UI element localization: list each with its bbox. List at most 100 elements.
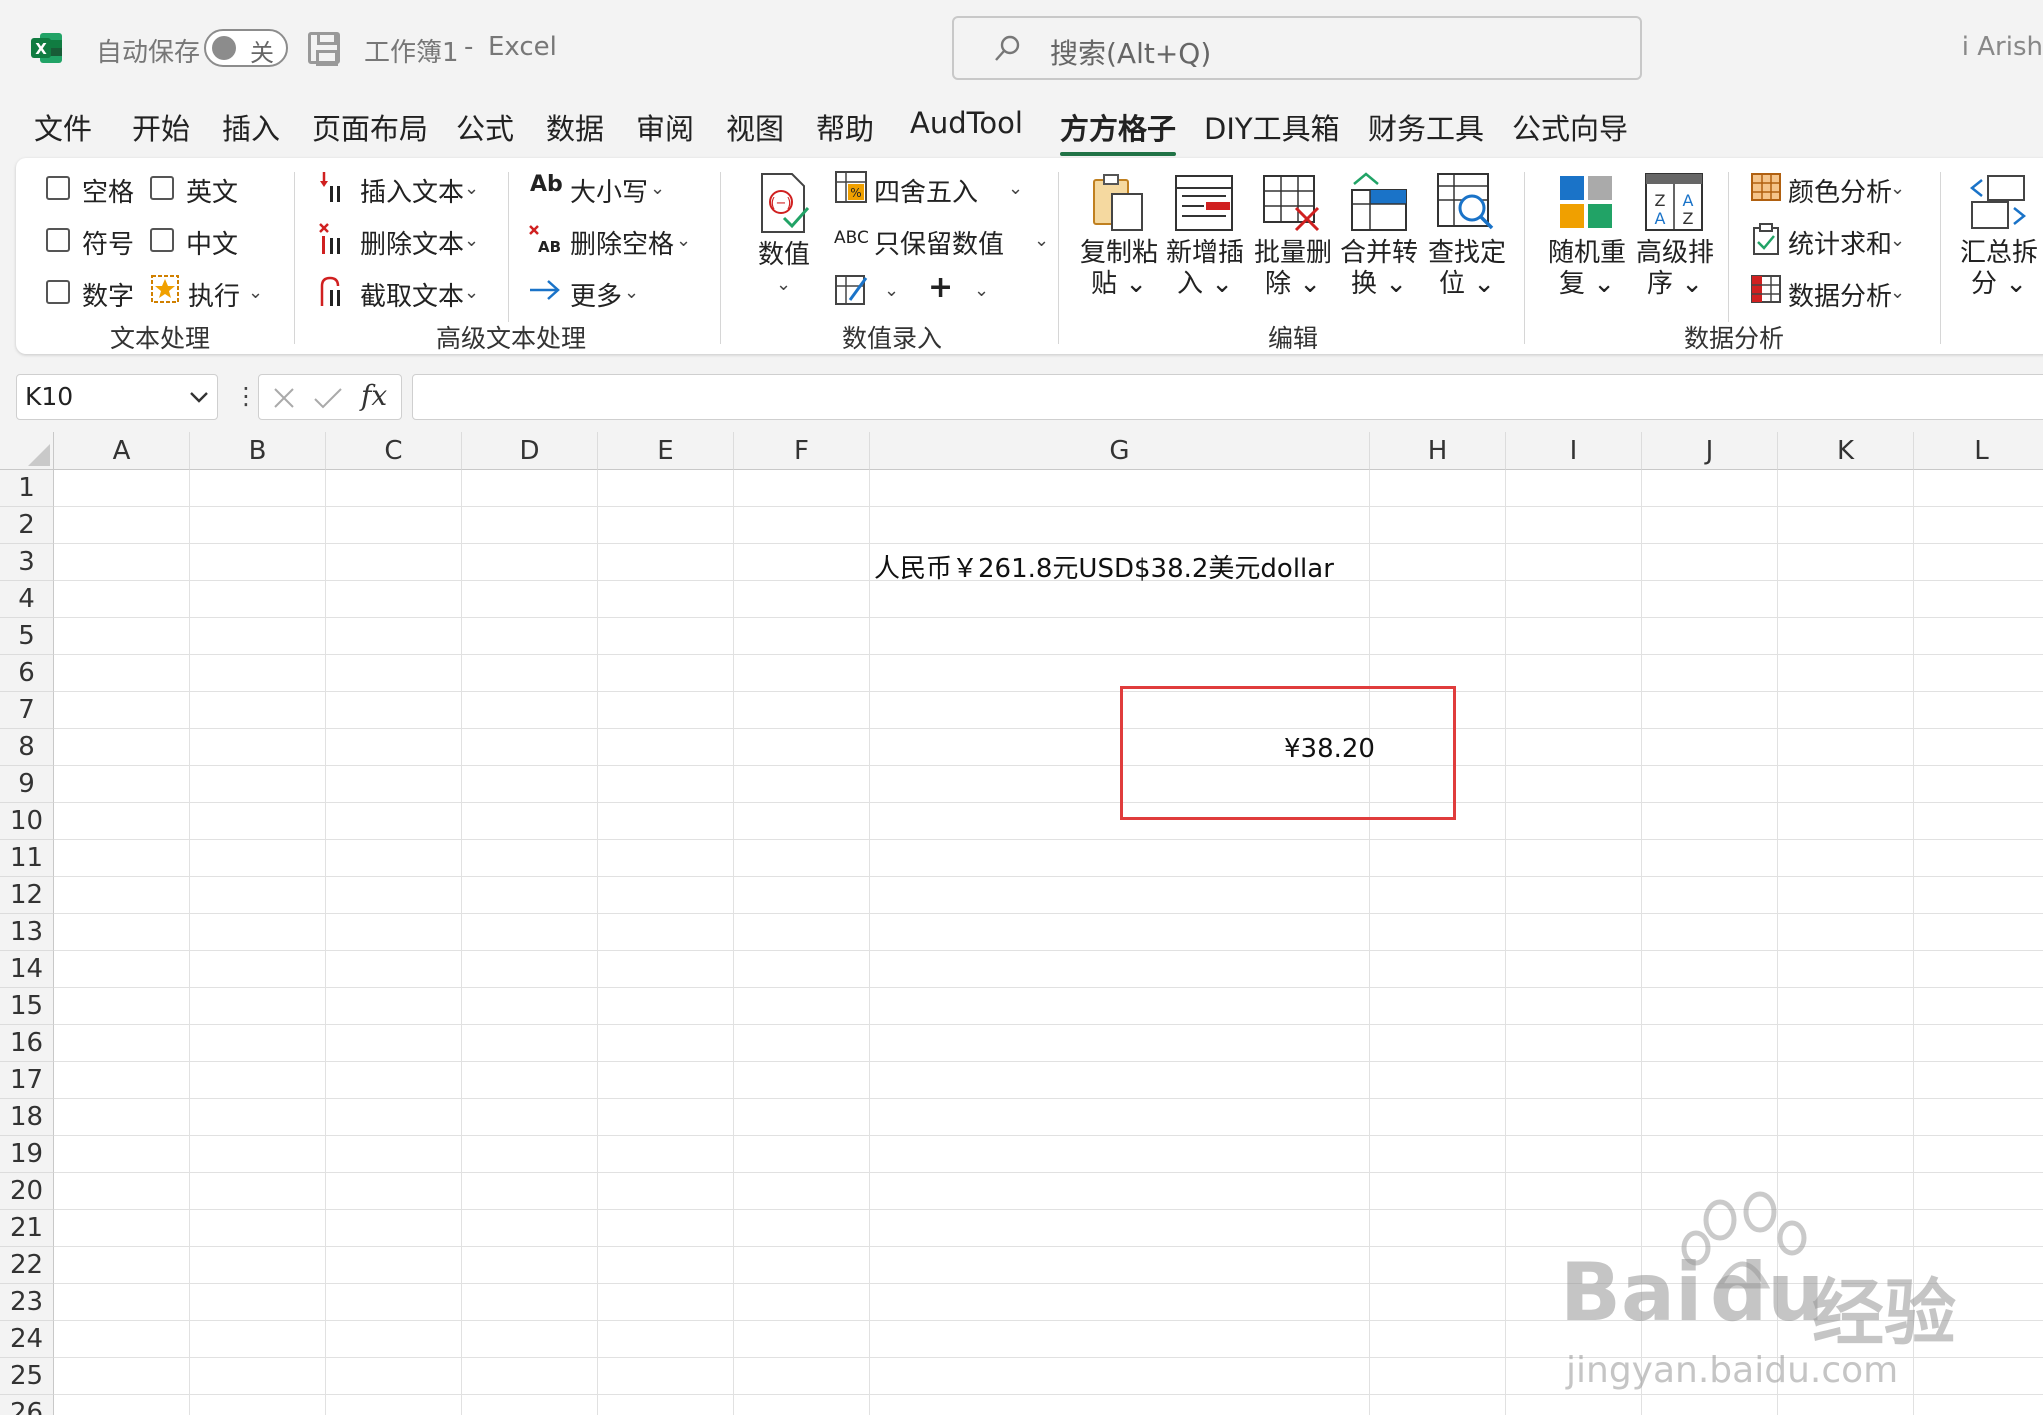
select-all-corner[interactable] (0, 432, 54, 470)
column-header-j[interactable]: J (1642, 432, 1778, 470)
merge-convert-label[interactable]: 合并转换 ⌄ (1336, 238, 1422, 300)
row-header-26[interactable]: 26 (0, 1395, 54, 1415)
row-header-5[interactable]: 5 (0, 618, 54, 655)
column-header-c[interactable]: C (326, 432, 462, 470)
edit-grid-icon[interactable] (834, 272, 868, 306)
execute-icon[interactable] (150, 274, 180, 304)
data-analysis-chevron-down-icon[interactable]: ⌄ (1890, 282, 1905, 303)
tab-formula-wizard[interactable]: 公式向导 (1512, 106, 1628, 148)
row-header-2[interactable]: 2 (0, 507, 54, 544)
color-analysis-chevron-down-icon[interactable]: ⌄ (1890, 178, 1905, 199)
case-chevron-down-icon[interactable]: ⌄ (650, 178, 665, 199)
row-header-13[interactable]: 13 (0, 914, 54, 951)
column-header-e[interactable]: E (598, 432, 734, 470)
column-header-k[interactable]: K (1778, 432, 1914, 470)
column-header-h[interactable]: H (1370, 432, 1506, 470)
extract-text-label[interactable]: 截取文本 (360, 276, 464, 313)
plus-chevron-down-icon[interactable]: ⌄ (974, 280, 989, 301)
color-analysis-label[interactable]: 颜色分析 (1788, 172, 1892, 209)
value-label[interactable]: 数值 (754, 240, 814, 271)
edit-grid-chevron-down-icon[interactable]: ⌄ (884, 280, 899, 301)
search-box[interactable]: 搜索(Alt+Q) (952, 16, 1642, 80)
column-header-l[interactable]: L (1914, 432, 2043, 470)
round-chevron-down-icon[interactable]: ⌄ (1008, 178, 1023, 199)
tab-page-layout[interactable]: 页面布局 (312, 106, 428, 148)
cell-g3[interactable]: 人民币￥261.8元USD$38.2美元dollar (874, 548, 1334, 585)
column-header-d[interactable]: D (462, 432, 598, 470)
row-header-23[interactable]: 23 (0, 1284, 54, 1321)
row-header-18[interactable]: 18 (0, 1099, 54, 1136)
row-header-25[interactable]: 25 (0, 1358, 54, 1395)
row-header-4[interactable]: 4 (0, 581, 54, 618)
advanced-sort-label[interactable]: 高级排序 ⌄ (1632, 238, 1718, 300)
batch-delete-label[interactable]: 批量删除 ⌄ (1250, 238, 1336, 300)
name-box[interactable]: K10 (16, 374, 218, 420)
column-header-b[interactable]: B (190, 432, 326, 470)
plus-icon[interactable]: + (928, 270, 953, 305)
insert-text-chevron-down-icon[interactable]: ⌄ (464, 178, 479, 199)
more-label[interactable]: 更多 (570, 276, 622, 313)
row-header-7[interactable]: 7 (0, 692, 54, 729)
cancel-icon[interactable] (271, 385, 297, 411)
tab-help[interactable]: 帮助 (816, 106, 874, 148)
autosave-toggle[interactable]: 关 (204, 29, 288, 67)
row-header-12[interactable]: 12 (0, 877, 54, 914)
row-header-20[interactable]: 20 (0, 1173, 54, 1210)
insert-new-label[interactable]: 新增插入 ⌄ (1162, 238, 1248, 300)
value-chevron-down-icon[interactable]: ⌄ (776, 274, 791, 295)
confirm-icon[interactable] (313, 385, 343, 411)
keep-value-label[interactable]: 只保留数值 (874, 224, 1004, 261)
more-vertical-icon[interactable]: ⋮ (234, 382, 258, 410)
row-header-14[interactable]: 14 (0, 951, 54, 988)
checkbox-number[interactable] (46, 280, 70, 304)
delete-text-chevron-down-icon[interactable]: ⌄ (464, 230, 479, 251)
tab-home[interactable]: 开始 (132, 106, 190, 148)
insert-function-icon[interactable]: fx (361, 379, 387, 412)
row-header-16[interactable]: 16 (0, 1025, 54, 1062)
summary-split-label[interactable]: 汇总拆分 ⌄ (1956, 238, 2042, 300)
data-analysis-label[interactable]: 数据分析 (1788, 276, 1892, 313)
delete-text-label[interactable]: 删除文本 (360, 224, 464, 261)
execute-label[interactable]: 执行 (188, 276, 240, 313)
tab-audtool[interactable]: AudTool (910, 106, 1023, 140)
extract-text-chevron-down-icon[interactable]: ⌄ (464, 282, 479, 303)
stat-sum-label[interactable]: 统计求和 (1788, 224, 1892, 261)
tab-insert[interactable]: 插入 (222, 106, 280, 148)
row-header-19[interactable]: 19 (0, 1136, 54, 1173)
tab-data[interactable]: 数据 (546, 106, 604, 148)
find-locate-label[interactable]: 查找定位 ⌄ (1424, 238, 1510, 300)
row-header-22[interactable]: 22 (0, 1247, 54, 1284)
more-chevron-down-icon[interactable]: ⌄ (624, 282, 639, 303)
row-header-8[interactable]: 8 (0, 729, 54, 766)
tab-review[interactable]: 审阅 (636, 106, 694, 148)
formula-input[interactable] (412, 374, 2043, 420)
case-label[interactable]: 大小写 (570, 172, 648, 209)
user-name[interactable]: i Arish (1962, 32, 2043, 62)
tab-file[interactable]: 文件 (34, 106, 92, 148)
insert-text-label[interactable]: 插入文本 (360, 172, 464, 209)
tab-diy-toolbox[interactable]: DIY工具箱 (1204, 106, 1340, 148)
tab-view[interactable]: 视图 (726, 106, 784, 148)
checkbox-symbol[interactable] (46, 228, 70, 252)
checkbox-chinese[interactable] (150, 228, 174, 252)
checkbox-english[interactable] (150, 176, 174, 200)
tab-formulas[interactable]: 公式 (456, 106, 514, 148)
row-header-17[interactable]: 17 (0, 1062, 54, 1099)
row-header-21[interactable]: 21 (0, 1210, 54, 1247)
copy-paste-label[interactable]: 复制粘贴 ⌄ (1076, 238, 1162, 300)
row-header-10[interactable]: 10 (0, 803, 54, 840)
round-label[interactable]: 四舍五入 (874, 172, 978, 209)
tab-fangfanggezi[interactable]: 方方格子 (1060, 106, 1177, 156)
tab-finance-tools[interactable]: 财务工具 (1368, 106, 1484, 148)
chevron-down-icon[interactable] (189, 391, 209, 405)
row-header-3[interactable]: 3 (0, 544, 54, 581)
execute-chevron-down-icon[interactable]: ⌄ (248, 282, 263, 303)
row-header-24[interactable]: 24 (0, 1321, 54, 1358)
keep-value-chevron-down-icon[interactable]: ⌄ (1034, 230, 1049, 251)
delete-spaces-label[interactable]: 删除空格 (570, 224, 674, 261)
save-icon[interactable] (308, 32, 340, 66)
delete-spaces-chevron-down-icon[interactable]: ⌄ (676, 230, 691, 251)
column-header-f[interactable]: F (734, 432, 870, 470)
row-header-9[interactable]: 9 (0, 766, 54, 803)
row-header-15[interactable]: 15 (0, 988, 54, 1025)
